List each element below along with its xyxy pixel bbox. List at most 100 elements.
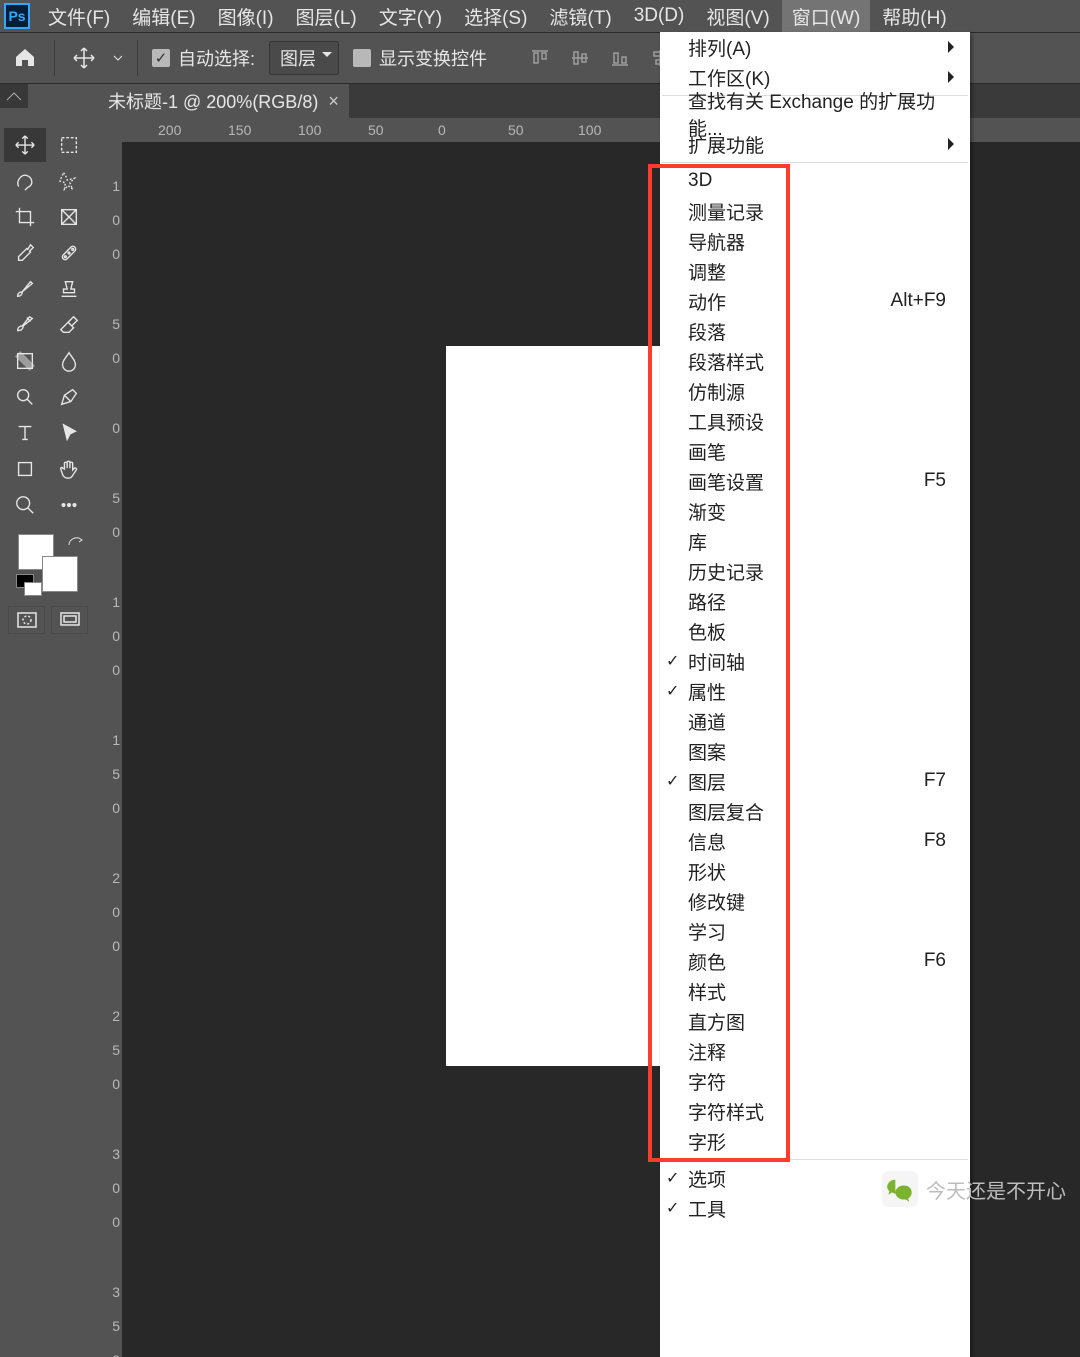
menu-item-38[interactable]: 字形 (660, 1126, 970, 1156)
color-swatches[interactable] (4, 532, 92, 586)
tool-stamp[interactable] (48, 272, 90, 306)
menubar: Ps 文件(F) 编辑(E) 图像(I) 图层(L) 文字(Y) 选择(S) 滤… (0, 0, 1080, 32)
tool-quick-select[interactable] (48, 164, 90, 198)
tool-gradient[interactable] (4, 344, 46, 378)
menu-item-6[interactable]: 3D (660, 166, 970, 196)
home-button[interactable] (10, 43, 40, 73)
menu-item-0[interactable]: 排列(A) (660, 32, 970, 62)
move-tool-indicator[interactable] (69, 43, 99, 73)
menu-item-4[interactable]: 扩展功能 (660, 129, 970, 159)
chevron-down-icon[interactable] (113, 53, 123, 63)
menu-item-14[interactable]: 工具预设 (660, 406, 970, 436)
menu-edit[interactable]: 编辑(E) (122, 0, 205, 33)
menu-layer[interactable]: 图层(L) (286, 0, 367, 33)
menu-item-33[interactable]: 样式 (660, 976, 970, 1006)
tool-edit-toolbar[interactable] (48, 488, 90, 522)
tool-move[interactable] (4, 128, 46, 162)
menu-item-15[interactable]: 画笔 (660, 436, 970, 466)
tool-marquee[interactable] (48, 128, 90, 162)
menu-item-10[interactable]: 动作Alt+F9 (660, 286, 970, 316)
document-tab[interactable]: 未标题-1 @ 200%(RGB/8) × (98, 84, 349, 118)
menu-item-17[interactable]: 渐变 (660, 496, 970, 526)
menu-item-27[interactable]: 图层复合 (660, 796, 970, 826)
menu-item-30[interactable]: 修改键 (660, 886, 970, 916)
menu-item-32[interactable]: 颜色F6 (660, 946, 970, 976)
menu-item-28[interactable]: 信息F8 (660, 826, 970, 856)
menu-item-25[interactable]: 图案 (660, 736, 970, 766)
menu-help[interactable]: 帮助(H) (872, 0, 956, 33)
tool-lasso[interactable] (4, 164, 46, 198)
tool-hand[interactable] (48, 452, 90, 486)
menu-item-29[interactable]: 形状 (660, 856, 970, 886)
tool-shape[interactable] (4, 452, 46, 486)
align-bottom-button[interactable] (607, 45, 633, 71)
show-transform-checkbox[interactable]: 显示变换控件 (353, 45, 487, 71)
auto-select-target[interactable]: 图层 (269, 41, 339, 75)
menu-item-8[interactable]: 导航器 (660, 226, 970, 256)
tool-blur[interactable] (48, 344, 90, 378)
close-tab-icon[interactable]: × (328, 91, 339, 112)
tool-dodge[interactable] (4, 380, 46, 414)
ruler-tick-label: 2 (98, 870, 120, 886)
menu-item-35[interactable]: 注释 (660, 1036, 970, 1066)
menu-filter[interactable]: 滤镜(T) (539, 0, 621, 33)
menu-3d[interactable]: 3D(D) (624, 2, 695, 30)
menu-item-36[interactable]: 字符 (660, 1066, 970, 1096)
menu-item-label: 扩展功能 (688, 131, 764, 158)
menu-item-13[interactable]: 仿制源 (660, 376, 970, 406)
menu-item-37[interactable]: 字符样式 (660, 1096, 970, 1126)
menu-item-shortcut: F5 (924, 470, 954, 492)
menu-item-shortcut: F6 (924, 950, 954, 972)
align-top-button[interactable] (527, 45, 553, 71)
tool-eyedropper[interactable] (4, 236, 46, 270)
menu-view[interactable]: 视图(V) (696, 0, 779, 33)
tool-crop[interactable] (4, 200, 46, 234)
menu-item-22[interactable]: ✓时间轴 (660, 646, 970, 676)
tool-text[interactable] (4, 416, 46, 450)
menu-item-26[interactable]: ✓图层F7 (660, 766, 970, 796)
menu-item-12[interactable]: 段落样式 (660, 346, 970, 376)
menu-item-7[interactable]: 测量记录 (660, 196, 970, 226)
menu-window[interactable]: 窗口(W) (782, 0, 871, 33)
menu-file[interactable]: 文件(F) (38, 0, 120, 33)
tool-brush[interactable] (4, 272, 46, 306)
ruler-tick-label: 5 (98, 1318, 120, 1334)
menu-item-label: 历史记录 (688, 558, 764, 585)
tool-zoom[interactable] (4, 488, 46, 522)
tool-frame[interactable] (48, 200, 90, 234)
check-icon: ✓ (666, 651, 679, 671)
menu-item-34[interactable]: 直方图 (660, 1006, 970, 1036)
ruler-tick-label: 0 (98, 1180, 120, 1196)
menu-item-20[interactable]: 路径 (660, 586, 970, 616)
auto-select-checkbox[interactable]: 自动选择: (152, 45, 255, 71)
menu-item-11[interactable]: 段落 (660, 316, 970, 346)
menu-item-21[interactable]: 色板 (660, 616, 970, 646)
menu-item-18[interactable]: 库 (660, 526, 970, 556)
tool-pen[interactable] (48, 380, 90, 414)
menu-item-9[interactable]: 调整 (660, 256, 970, 286)
tool-path-select[interactable] (48, 416, 90, 450)
menu-item-3[interactable]: 查找有关 Exchange 的扩展功能... (660, 99, 970, 129)
menu-item-24[interactable]: 通道 (660, 706, 970, 736)
menu-item-16[interactable]: 画笔设置F5 (660, 466, 970, 496)
background-color[interactable] (42, 556, 78, 592)
tool-history-brush[interactable] (4, 308, 46, 342)
swap-colors-icon[interactable] (68, 532, 84, 544)
quickmask-button[interactable] (8, 606, 45, 634)
menu-select[interactable]: 选择(S) (454, 0, 537, 33)
menu-image[interactable]: 图像(I) (208, 0, 284, 33)
collapsed-panel-dock[interactable] (0, 84, 28, 108)
ruler-tick-label: 0 (98, 1214, 120, 1230)
tool-eraser[interactable] (48, 308, 90, 342)
menu-item-31[interactable]: 学习 (660, 916, 970, 946)
screenmode-button[interactable] (51, 606, 88, 634)
ruler-tick-label: 0 (98, 1076, 120, 1092)
menu-item-23[interactable]: ✓属性 (660, 676, 970, 706)
ruler-vertical[interactable]: 1005005010015020025030035040045050055060 (98, 142, 122, 1357)
tool-healing[interactable] (48, 236, 90, 270)
menu-type[interactable]: 文字(Y) (369, 0, 452, 33)
align-vcenter-button[interactable] (567, 45, 593, 71)
menu-item-label: 工具 (688, 1195, 726, 1222)
menu-item-19[interactable]: 历史记录 (660, 556, 970, 586)
checkbox-icon (353, 49, 371, 67)
